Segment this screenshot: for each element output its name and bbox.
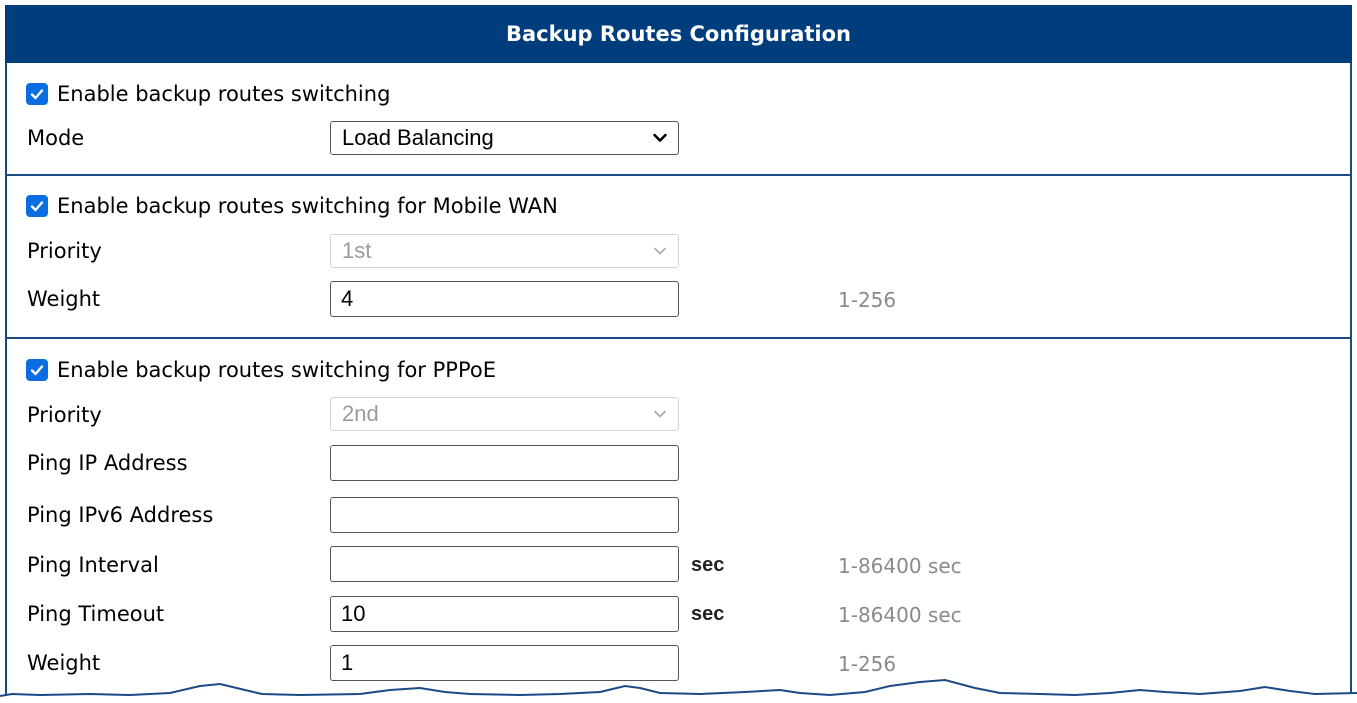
enable-backup-routes-checkbox[interactable] <box>26 83 48 105</box>
weight-input-value: 1 <box>341 650 354 675</box>
weight-hint: 1-256 <box>838 652 897 676</box>
priority-select-value: 2nd <box>342 401 379 426</box>
ping-timeout-input[interactable]: 10 <box>330 596 679 632</box>
section-divider <box>7 337 1350 339</box>
enable-mobile-wan-row[interactable]: Enable backup routes switching for Mobil… <box>26 191 558 221</box>
panel-header: Backup Routes Configuration <box>5 5 1352 63</box>
mode-label: Mode <box>27 126 85 150</box>
mode-select[interactable]: Load Balancing <box>330 121 679 155</box>
chevron-down-icon <box>653 133 667 142</box>
ping-ipv6-input[interactable] <box>330 497 679 533</box>
weight-input-value: 4 <box>341 286 354 311</box>
chevron-down-icon <box>654 410 666 418</box>
enable-pppoe-checkbox[interactable] <box>26 359 48 381</box>
ping-timeout-label: Ping Timeout <box>27 602 165 626</box>
ping-interval-input[interactable] <box>330 546 679 582</box>
ping-interval-hint: 1-86400 sec <box>838 554 962 578</box>
checkmark-icon <box>30 201 44 212</box>
torn-edge <box>0 678 1357 703</box>
ping-ip-label: Ping IP Address <box>27 451 188 475</box>
priority-select-value: 1st <box>342 238 372 263</box>
priority-label: Priority <box>27 239 102 263</box>
enable-mobile-wan-checkbox[interactable] <box>26 195 48 217</box>
enable-backup-routes-label: Enable backup routes switching <box>57 82 391 106</box>
pppoe-weight-input[interactable]: 1 <box>330 645 679 681</box>
enable-mobile-wan-label: Enable backup routes switching for Mobil… <box>57 194 558 218</box>
ping-interval-unit: sec <box>691 554 725 576</box>
weight-label: Weight <box>27 287 101 311</box>
ping-timeout-unit: sec <box>691 603 725 625</box>
ping-timeout-value: 10 <box>341 601 366 626</box>
ping-interval-label: Ping Interval <box>27 553 159 577</box>
weight-hint: 1-256 <box>838 288 897 312</box>
chevron-down-icon <box>654 247 666 255</box>
ping-ip-input[interactable] <box>330 445 679 481</box>
mobile-wan-priority-select: 1st <box>330 234 679 268</box>
ping-ipv6-label: Ping IPv6 Address <box>27 503 214 527</box>
enable-pppoe-row[interactable]: Enable backup routes switching for PPPoE <box>26 355 496 385</box>
checkmark-icon <box>30 89 44 100</box>
checkmark-icon <box>30 365 44 376</box>
enable-pppoe-label: Enable backup routes switching for PPPoE <box>57 358 496 382</box>
mode-select-value: Load Balancing <box>342 125 494 150</box>
priority-label: Priority <box>27 403 102 427</box>
enable-backup-routes-row[interactable]: Enable backup routes switching <box>26 79 390 109</box>
mobile-wan-weight-input[interactable]: 4 <box>330 281 679 317</box>
panel-title: Backup Routes Configuration <box>505 22 851 46</box>
pppoe-priority-select: 2nd <box>330 397 679 431</box>
ping-timeout-hint: 1-86400 sec <box>838 603 962 627</box>
section-divider <box>7 174 1350 176</box>
